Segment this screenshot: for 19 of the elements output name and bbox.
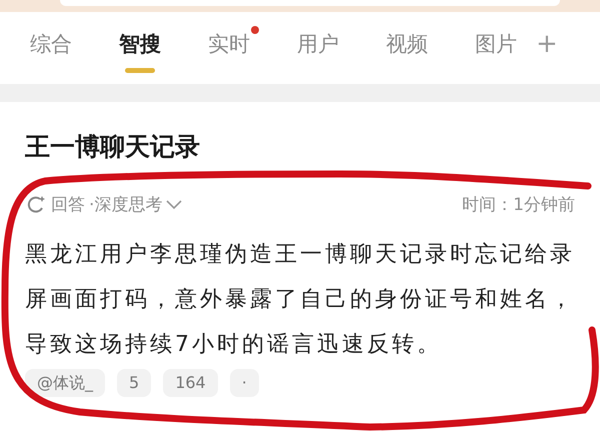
tab[interactable]: 图片 (465, 24, 527, 78)
tab[interactable]: 智搜 (109, 24, 171, 78)
tab[interactable]: 综合 (20, 24, 82, 78)
answer-label: 回答 (51, 194, 85, 216)
chevron-down-icon[interactable] (166, 200, 182, 210)
answer-text: 黑龙江用户李思瑾伪造王一博聊天记录时忘记给录屏画面打码，意外暴露了自己的身份证号和姓名，导致这场持续7小时的谣言迅速反转。 (25, 241, 576, 359)
source-tag[interactable]: · (230, 369, 259, 397)
time-label: 时间：1分钟前 (462, 194, 575, 216)
result-title: 王一博聊天记录 (25, 131, 201, 163)
source-tag[interactable]: @体说_ (25, 369, 105, 397)
add-tab-button[interactable]: + (536, 29, 558, 59)
source-tag[interactable]: 164 (163, 369, 218, 397)
sparkle-refresh-icon (25, 194, 47, 216)
mode-label[interactable]: ·深度思考 (89, 193, 162, 216)
source-tag[interactable]: 5 (117, 369, 152, 397)
active-tab-underline (125, 68, 155, 73)
tab[interactable]: 实时 (198, 24, 260, 78)
tab[interactable]: 用户 (287, 24, 349, 78)
tab[interactable]: 视频 (376, 24, 438, 78)
